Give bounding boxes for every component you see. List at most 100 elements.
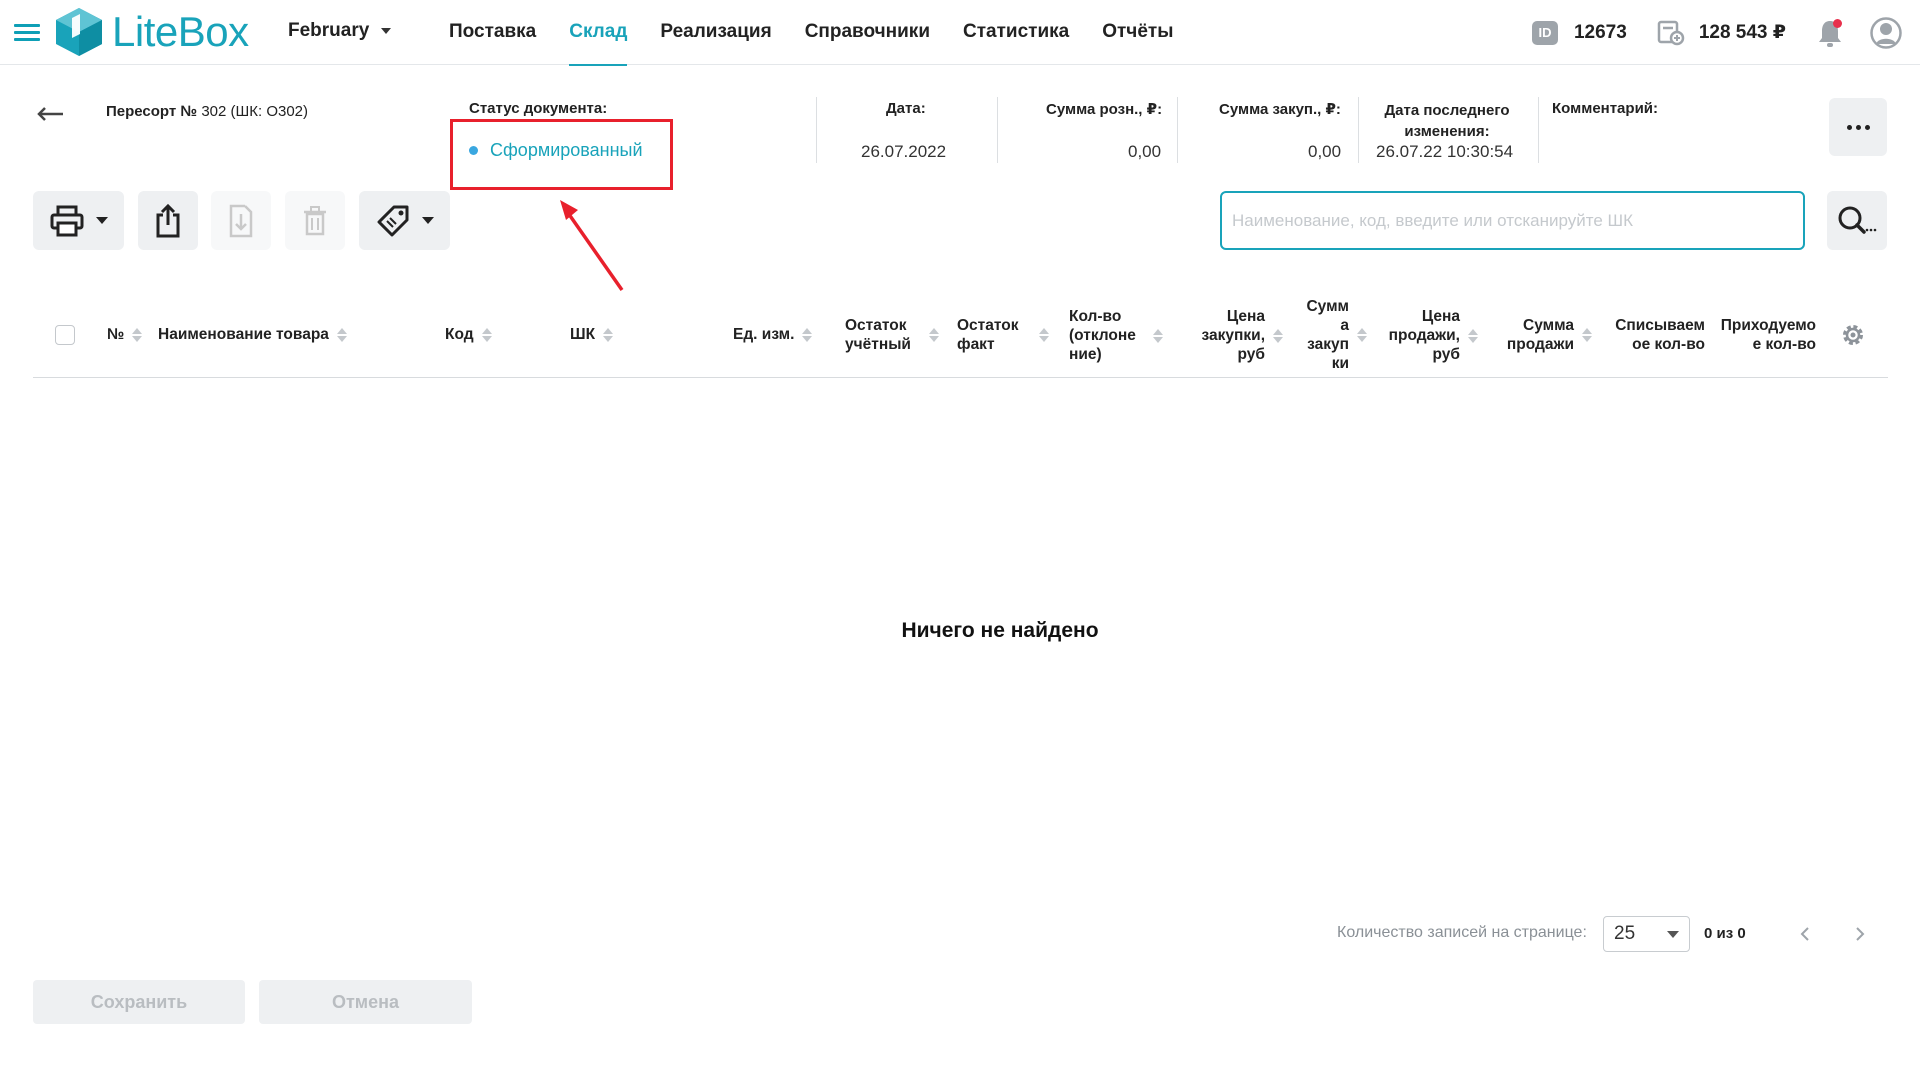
main-nav: Поставка Склад Реализация Справочники Ст… bbox=[449, 0, 1206, 66]
sort-icon[interactable] bbox=[132, 327, 143, 342]
print-button[interactable] bbox=[33, 191, 124, 250]
date-label: Дата: bbox=[886, 100, 926, 117]
sort-icon[interactable] bbox=[1273, 328, 1283, 343]
table-header: № Наименование товара Код ШК Ед. изм. Ос… bbox=[33, 290, 1888, 378]
import-file-icon bbox=[229, 204, 253, 237]
column-header-barcode[interactable]: ШК bbox=[570, 325, 614, 344]
nav-item-spravochniki[interactable]: Справочники bbox=[805, 0, 930, 65]
annotation-highlight-box bbox=[450, 119, 673, 190]
last-change-label: Дата последнего изменения: bbox=[1384, 102, 1510, 140]
document-title: Пересорт № 302 (ШК: О302) bbox=[106, 103, 308, 120]
annotation-arrow-icon bbox=[560, 200, 624, 292]
chevron-left-icon[interactable] bbox=[1797, 925, 1813, 943]
nav-item-realizaciya[interactable]: Реализация bbox=[660, 0, 771, 65]
column-header-write-off-qty[interactable]: Списываем ое кол-во bbox=[1607, 316, 1705, 354]
column-header-number[interactable]: № bbox=[107, 325, 143, 344]
column-header-sale-sum[interactable]: Сумма продажи bbox=[1494, 316, 1592, 354]
column-header-stock-accounted[interactable]: Остаток учётный bbox=[845, 316, 939, 354]
column-label: Приходуемо е кол-во bbox=[1720, 317, 1816, 353]
logo-text: LiteBox bbox=[112, 8, 249, 55]
empty-state-message: Ничего не найдено bbox=[901, 619, 1099, 642]
search-icon bbox=[1838, 206, 1877, 234]
sort-icon[interactable] bbox=[929, 328, 939, 342]
retail-sum-value: 0,00 bbox=[1128, 142, 1162, 161]
column-header-purchase-sum[interactable]: Сумм а закуп ки bbox=[1295, 297, 1367, 373]
column-label: Ед. изм. bbox=[733, 326, 795, 343]
chevron-right-icon[interactable] bbox=[1852, 925, 1868, 943]
notifications-bell-icon[interactable] bbox=[1816, 18, 1844, 48]
last-change-value: 26.07.22 10:30:54 bbox=[1376, 142, 1514, 161]
sort-icon[interactable] bbox=[802, 327, 813, 342]
caret-down-icon bbox=[421, 217, 434, 224]
column-label: Наименование товара bbox=[158, 326, 329, 343]
account-balance: 128 543 ₽ bbox=[1698, 22, 1786, 43]
column-header-sale-price[interactable]: Цена продажи, руб bbox=[1378, 307, 1478, 364]
select-all-checkbox[interactable] bbox=[55, 325, 75, 345]
nav-item-postavka[interactable]: Поставка bbox=[449, 0, 536, 65]
nav-item-otchety[interactable]: Отчёты bbox=[1102, 0, 1173, 65]
column-label: Сумм а закуп ки bbox=[1306, 298, 1349, 372]
sort-icon[interactable] bbox=[1582, 328, 1592, 342]
sort-icon[interactable] bbox=[1357, 328, 1367, 342]
price-tag-button[interactable] bbox=[359, 191, 450, 250]
divider bbox=[1358, 97, 1359, 163]
account-info: ID 12673 128 543 ₽ bbox=[1531, 0, 1920, 65]
column-header-qty-deviation[interactable]: Кол-во (отклоне ние) bbox=[1069, 307, 1163, 364]
export-icon bbox=[156, 203, 180, 237]
column-header-name[interactable]: Наименование товара bbox=[158, 325, 347, 344]
nav-item-sklad[interactable]: Склад bbox=[569, 0, 628, 66]
cancel-button[interactable]: Отмена bbox=[259, 980, 472, 1024]
column-label: Списываем ое кол-во bbox=[1615, 317, 1705, 353]
column-header-incoming-qty[interactable]: Приходуемо е кол-во bbox=[1714, 316, 1816, 354]
column-label: Остаток факт bbox=[957, 317, 1019, 353]
cash-register-icon bbox=[1657, 20, 1685, 45]
more-options-button[interactable] bbox=[1829, 98, 1887, 156]
export-button[interactable] bbox=[138, 191, 198, 250]
caret-down-icon bbox=[1667, 931, 1679, 938]
record-count: 0 из 0 bbox=[1704, 925, 1746, 942]
purchase-sum-label: Сумма закуп., ₽: bbox=[1219, 101, 1341, 118]
column-label: Код bbox=[445, 326, 474, 343]
purchase-sum-value: 0,00 bbox=[1308, 142, 1342, 161]
user-avatar-icon[interactable] bbox=[1870, 16, 1902, 49]
nav-item-statistika[interactable]: Статистика bbox=[963, 0, 1069, 65]
search-input[interactable] bbox=[1220, 191, 1805, 250]
date-value: 26.07.2022 bbox=[861, 142, 947, 161]
back-arrow-icon[interactable] bbox=[36, 106, 64, 122]
logo[interactable]: LiteBox bbox=[54, 6, 249, 58]
column-settings-gear-icon[interactable] bbox=[1841, 323, 1865, 347]
price-tag-icon bbox=[377, 205, 408, 236]
sort-icon[interactable] bbox=[336, 327, 347, 342]
column-header-purchase-price[interactable]: Цена закупки, руб bbox=[1191, 307, 1283, 364]
column-header-stock-actual[interactable]: Остаток факт bbox=[957, 316, 1049, 354]
page-size-select[interactable]: 25 bbox=[1603, 916, 1690, 952]
period-selector[interactable]: February bbox=[288, 20, 392, 42]
trash-icon bbox=[304, 205, 326, 235]
save-button[interactable]: Сохранить bbox=[33, 980, 245, 1024]
logo-cube-icon bbox=[56, 8, 102, 56]
menu-icon[interactable] bbox=[14, 24, 40, 42]
printer-icon bbox=[50, 205, 83, 236]
column-label: Остаток учётный bbox=[845, 317, 911, 353]
sort-icon[interactable] bbox=[1153, 328, 1163, 343]
sort-icon[interactable] bbox=[1468, 328, 1478, 343]
search-button[interactable] bbox=[1827, 191, 1887, 250]
column-header-code[interactable]: Код bbox=[445, 325, 492, 344]
page-size-value: 25 bbox=[1614, 923, 1636, 944]
caret-down-icon bbox=[381, 28, 392, 34]
document-type: Пересорт № bbox=[106, 103, 198, 120]
notification-dot bbox=[1833, 18, 1842, 28]
sort-icon[interactable] bbox=[481, 327, 492, 342]
column-label: № bbox=[107, 326, 125, 343]
column-label: Кол-во (отклоне ние) bbox=[1069, 308, 1136, 363]
page-size-label: Количество записей на странице: bbox=[1337, 924, 1587, 941]
sort-icon[interactable] bbox=[603, 327, 614, 342]
sort-icon[interactable] bbox=[1039, 328, 1049, 342]
divider bbox=[1177, 97, 1178, 163]
column-label: Цена продажи, руб bbox=[1388, 308, 1460, 363]
column-header-unit[interactable]: Ед. изм. bbox=[733, 325, 813, 344]
column-label: Сумма продажи bbox=[1506, 317, 1574, 353]
column-label: ШК bbox=[570, 326, 596, 343]
import-button[interactable] bbox=[211, 191, 271, 250]
delete-button[interactable] bbox=[285, 191, 345, 250]
